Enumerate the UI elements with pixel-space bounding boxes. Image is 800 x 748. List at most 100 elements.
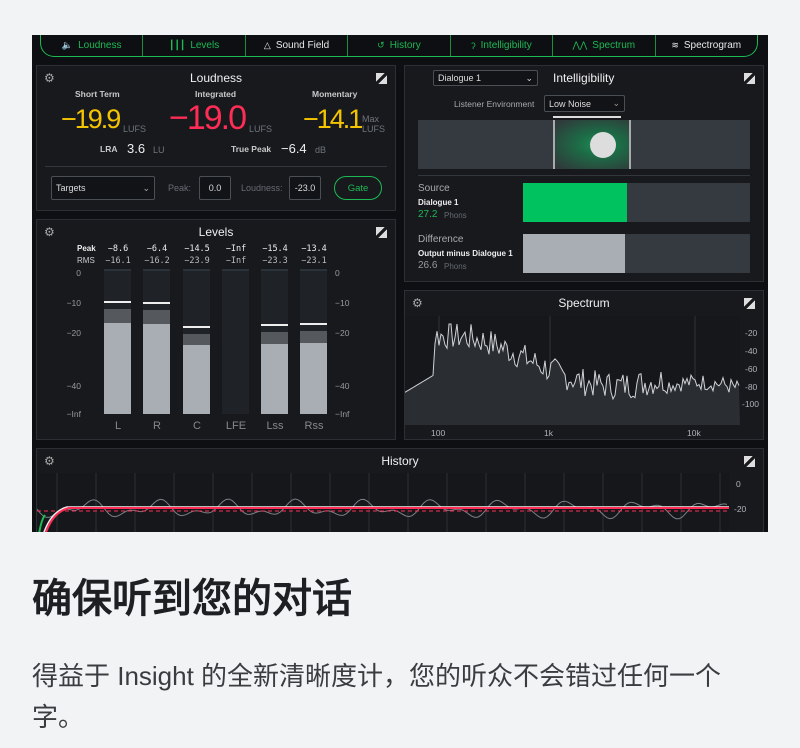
spectrum-panel: ⚙ Spectrum 100 1k 10k -20 -40 -60 -80 -1…: [404, 290, 764, 440]
loudness-input[interactable]: -23.0: [289, 176, 321, 200]
expand-icon[interactable]: [376, 73, 387, 84]
divider: [418, 175, 750, 176]
loudness-panel: ⚙ Loudness Short Term Integrated Momenta…: [36, 65, 396, 211]
y-tick: -80: [745, 382, 758, 392]
tab-spectrum[interactable]: ⋀⋀ Spectrum: [553, 35, 656, 56]
momentary-unit: Max LUFS: [362, 114, 386, 134]
gate-button[interactable]: Gate: [334, 176, 382, 200]
channel-peak: −14.5: [184, 244, 210, 254]
speaker-icon: 🔈: [61, 40, 74, 50]
y-tick: -20: [734, 504, 747, 514]
channel-meter: [300, 269, 327, 414]
chevron-down-icon: ⌄: [525, 72, 533, 83]
tab-label: History: [389, 40, 421, 51]
tab-intelligibility[interactable]: ʔ Intelligibility: [451, 35, 554, 56]
y-tick: -20: [745, 328, 758, 338]
source-bar-fill: [523, 183, 628, 222]
difference-bar: [523, 234, 750, 273]
channel-meter: [104, 269, 131, 414]
short-term-label: Short Term: [75, 89, 120, 99]
channel-meter: [222, 269, 249, 414]
source-dropdown[interactable]: Dialogue 1 ⌄: [433, 70, 538, 86]
chevron-down-icon: ⌄: [612, 98, 620, 108]
level-scale-tick: −40: [335, 381, 350, 391]
tab-spectrogram[interactable]: ≋ Spectrogram: [656, 35, 757, 56]
channel-meter: [183, 269, 210, 414]
tab-levels[interactable]: ┃┃┃ Levels: [143, 35, 246, 56]
difference-label: Difference: [418, 234, 464, 245]
panel-title: Loudness: [189, 71, 243, 85]
y-tick: -100: [742, 399, 760, 409]
expand-icon[interactable]: [376, 227, 387, 238]
peak-hold-line: [300, 323, 327, 325]
intelligibility-indicator: [590, 132, 616, 158]
peak-row-label: Peak: [77, 244, 96, 253]
channel-rms: −16.2: [144, 256, 170, 266]
channel-rms: −16.1: [105, 256, 131, 266]
targets-dropdown[interactable]: Targets ⌄: [51, 176, 155, 200]
channel-peak: −8.6: [107, 244, 129, 254]
rms-fill: [104, 323, 131, 414]
momentary-label: Momentary: [312, 89, 358, 99]
channel-label: Lss: [266, 420, 284, 432]
triangle-icon: △: [263, 40, 271, 50]
panel-title: History: [381, 454, 419, 468]
expand-icon[interactable]: [744, 73, 755, 84]
tab-label: Intelligibility: [480, 40, 532, 51]
peak-hold-line: [143, 302, 170, 304]
channel-rms: −23.1: [301, 256, 327, 266]
tab-loudness[interactable]: 🔈 Loudness: [41, 35, 144, 56]
integrated-label: Integrated: [195, 89, 237, 99]
listener-env-dropdown[interactable]: Low Noise ⌄: [544, 95, 625, 112]
channel-label: Rss: [304, 420, 324, 432]
tab-label: Levels: [190, 40, 220, 51]
source-unit: Phons: [444, 211, 467, 220]
channel-label: R: [153, 420, 161, 432]
rms-fill: [261, 343, 288, 414]
tab-sound-field[interactable]: △ Sound Field: [246, 35, 349, 56]
divider: [45, 166, 387, 167]
peak-input[interactable]: 0.0: [199, 176, 231, 200]
body-text: 得益于 Insight 的全新清晰度计，您的听众不会错过任何一个字。: [32, 661, 722, 732]
tab-label: Spectrum: [592, 40, 636, 51]
expand-icon[interactable]: [744, 298, 755, 309]
channel-peak: −6.4: [146, 244, 168, 254]
true-peak-value: −6.4: [281, 141, 307, 156]
history-panel: ⚙ History 0 -20: [36, 448, 764, 532]
difference-unit: Phons: [444, 262, 467, 271]
difference-bar-fill: [523, 234, 626, 273]
channel-rms: −23.3: [262, 256, 288, 266]
plot-bg: [37, 473, 729, 532]
integrated-unit: LUFS: [249, 124, 273, 134]
channel-rms: −23.9: [184, 256, 210, 266]
true-peak-label: True Peak: [231, 144, 272, 154]
channel-peak: −13.4: [301, 244, 327, 254]
source-label: Source: [418, 183, 450, 194]
insight-app: 🔈 Loudness ┃┃┃ Levels △ Sound Field ↺ History ʔ I…: [32, 35, 768, 532]
x-tick: 1k: [544, 428, 553, 438]
x-tick: 100: [431, 428, 446, 438]
intelligibility-meter: [418, 120, 750, 169]
tab-label: Spectrogram: [683, 40, 742, 51]
tab-label: Sound Field: [275, 40, 330, 51]
channel-peak: −Inf: [225, 244, 247, 254]
spectrum-plot: [405, 316, 740, 425]
short-term-unit: LUFS: [123, 124, 147, 134]
difference-value: 26.6: [418, 260, 438, 271]
level-scale-tick: −20: [66, 328, 81, 338]
panel-title: Intelligibility: [553, 71, 615, 85]
channel-rms: −Inf: [225, 256, 247, 266]
rms-fill: [300, 343, 327, 414]
range-marker: [553, 116, 621, 118]
level-scale-tick: −Inf: [66, 409, 81, 419]
tab-history[interactable]: ↺ History: [348, 35, 451, 56]
level-scale-tick: −10: [66, 298, 81, 308]
wave-icon: ⋀⋀: [572, 40, 588, 50]
intelligibility-panel: Dialogue 1 ⌄ Intelligibility Listener Env…: [404, 65, 764, 282]
y-tick: -40: [745, 346, 758, 356]
peak-hold-line: [104, 300, 131, 303]
level-scale-tick: −40: [66, 381, 81, 391]
expand-icon[interactable]: [744, 456, 755, 467]
channel-label: C: [193, 420, 201, 432]
channel-meter: [143, 269, 170, 414]
